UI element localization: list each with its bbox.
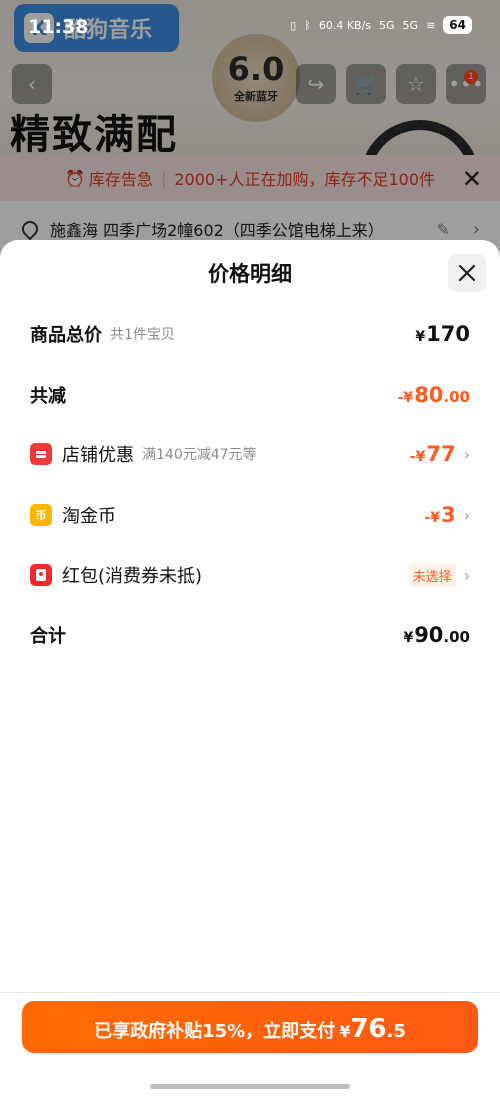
footer-divider	[0, 992, 500, 993]
vibrate-icon: ▯	[290, 18, 297, 32]
chevron-right-icon: ›	[463, 444, 470, 464]
status-indicators: ▯ ᛒ 60.4 KB/s 5G 5G ≋ 64	[290, 16, 472, 34]
close-sheet-button[interactable]	[448, 254, 486, 292]
total-price-value: ¥ 170	[415, 322, 470, 346]
sum-label: 合计	[30, 626, 66, 647]
sum-row: 合计 ¥ 90 .00	[30, 618, 470, 652]
battery-level: 64	[443, 16, 472, 34]
shop-discount-value: -¥ 77	[410, 442, 456, 466]
sum-value: ¥ 90 .00	[403, 623, 470, 647]
pay-amount-int: 76	[350, 1014, 387, 1044]
red-packet-status: 未选择	[408, 563, 456, 587]
shop-icon	[30, 443, 52, 465]
red-packet-value: 未选择	[408, 563, 456, 587]
shop-discount-amount: 77	[426, 442, 456, 466]
sum-int: 90	[414, 623, 444, 647]
sum-dec: .00	[443, 628, 470, 646]
total-price-label: 商品总价	[30, 325, 102, 346]
item-count: 共1件宝贝	[110, 327, 175, 343]
coin-discount-value: -¥ 3	[424, 503, 455, 527]
sheet-title: 价格明细	[208, 262, 292, 286]
coin-icon: 币	[30, 504, 52, 526]
home-indicator[interactable]	[150, 1084, 350, 1089]
pay-now-button[interactable]: 已享政府补贴15%，立即支付 ¥ 76 .5	[22, 1001, 478, 1053]
shop-discount-row[interactable]: 店铺优惠 满140元减47元等 -¥ 77 ›	[30, 437, 470, 471]
bluetooth-icon: ᛒ	[304, 18, 311, 32]
discount-dec: .00	[443, 388, 470, 406]
pay-button-text: 已享政府补贴15%，立即支付	[94, 1021, 336, 1042]
discount-total-value: -¥ 80 .00	[398, 383, 470, 407]
net-speed: 60.4 KB/s	[318, 18, 372, 32]
red-packet-row[interactable]: 红包(消费券未抵) 未选择 ›	[30, 558, 470, 592]
coin-discount-amount: 3	[440, 503, 456, 527]
wifi-icon: ≋	[426, 18, 436, 32]
red-packet-icon	[30, 564, 52, 586]
red-packet-label: 红包(消费券未抵)	[62, 566, 203, 587]
discount-total-row: 共减 -¥ 80 .00	[30, 378, 470, 412]
pay-amount-dec: .5	[386, 1021, 406, 1042]
discount-total-label: 共减	[30, 386, 66, 407]
status-time: 11:38	[28, 16, 89, 38]
signal-5g-2: 5G	[402, 18, 419, 32]
total-price-row: 商品总价 共1件宝贝 ¥ 170	[30, 317, 470, 351]
close-icon	[458, 264, 476, 282]
discount-prefix: -¥	[397, 390, 414, 406]
signal-5g-1: 5G	[379, 18, 395, 32]
shop-discount-prefix: -¥	[409, 449, 426, 465]
svg-text:币: 币	[36, 509, 47, 522]
coin-discount-row[interactable]: 币 淘金币 -¥ 3 ›	[30, 498, 470, 532]
total-price-amount: 170	[426, 322, 470, 346]
currency-symbol: ¥	[415, 329, 426, 345]
price-detail-sheet: 价格明细 商品总价 共1件宝贝 ¥ 170 共减 -¥ 80 .00 店铺优惠 …	[0, 240, 500, 1100]
chevron-right-icon: ›	[463, 565, 470, 585]
chevron-right-icon: ›	[463, 505, 470, 525]
discount-int: 80	[414, 383, 444, 407]
shop-discount-label: 店铺优惠	[62, 445, 134, 466]
sum-currency: ¥	[403, 630, 414, 646]
coin-discount-prefix: -¥	[424, 510, 440, 526]
shop-discount-detail: 满140元减47元等	[142, 447, 257, 463]
pay-currency: ¥	[339, 1022, 351, 1041]
coin-discount-label: 淘金币	[62, 506, 116, 527]
status-bar: 11:38 ▯ ᛒ 60.4 KB/s 5G 5G ≋ 64	[0, 0, 500, 52]
